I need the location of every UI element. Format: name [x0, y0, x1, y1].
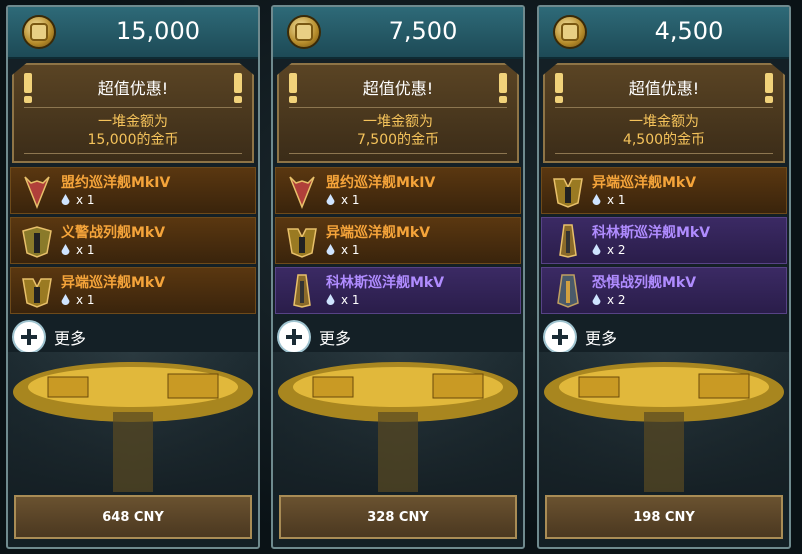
deal-title: 超值优惠!: [97, 79, 169, 98]
deal-banner: 超值优惠! 一堆金额为 15,000的金币: [12, 63, 254, 163]
heretic-cruiser-icon: [22, 278, 52, 308]
deal-description: 一堆金额为 15,000的金币: [87, 114, 179, 148]
deal-description: 一堆金额为 4,500的金币: [622, 114, 706, 148]
deal-description: 一堆金额为 7,500的金币: [356, 114, 440, 148]
corinth-cruiser-icon: [559, 224, 577, 258]
more-button[interactable]: 更多: [545, 320, 617, 354]
coin-amount: 7,500: [388, 17, 458, 45]
drop-icon: [326, 294, 335, 305]
deal-title: 超值优惠!: [362, 79, 434, 98]
price-button[interactable]: 328 CNY: [279, 495, 517, 539]
plus-icon: [279, 322, 309, 352]
list-item[interactable]: 盟约巡洋舰MkIV x 1: [275, 167, 521, 214]
coin-amount: 4,500: [654, 17, 724, 45]
plus-icon: [545, 322, 575, 352]
gold-coin-icon: [553, 15, 587, 49]
item-list: 异端巡洋舰MkV x 1 科林斯巡洋舰MkV x 2 恐惧战列舰MkV x 2: [541, 167, 787, 317]
drop-icon: [592, 194, 601, 205]
heretic-cruiser-icon: [287, 228, 317, 258]
list-item[interactable]: 盟约巡洋舰MkIV x 1: [10, 167, 256, 214]
gold-pile-image: [539, 352, 789, 492]
covenant-cruiser-icon: [289, 176, 315, 209]
item-list: 盟约巡洋舰MkIV x 1 义警战列舰MkV x 1 异端巡洋舰MkV x 1: [10, 167, 256, 317]
drop-icon: [61, 294, 70, 305]
coin-amount: 15,000: [116, 17, 200, 45]
gold-pile-image: [273, 352, 523, 492]
covenant-cruiser-icon: [24, 176, 50, 209]
card-header: 15,000: [8, 7, 258, 59]
price-button[interactable]: 648 CNY: [14, 495, 252, 539]
list-item[interactable]: 科林斯巡洋舰MkV x 1: [275, 267, 521, 314]
gold-coin-icon: [22, 15, 56, 49]
offer-card-4500: 4,500 超值优惠! 一堆金额为 4,500的金币 异端巡洋舰MkV x 1 科…: [537, 5, 791, 549]
more-button[interactable]: 更多: [14, 320, 86, 354]
more-button[interactable]: 更多: [279, 320, 351, 354]
offer-card-7500: 7,500 超值优惠! 一堆金额为 7,500的金币 盟约巡洋舰MkIV x 1 …: [271, 5, 525, 549]
heretic-cruiser-icon: [553, 178, 583, 208]
gold-coin-icon: [287, 15, 321, 49]
price-button[interactable]: 198 CNY: [545, 495, 783, 539]
list-item[interactable]: 异端巡洋舰MkV x 1: [10, 267, 256, 314]
deal-banner: 超值优惠! 一堆金额为 7,500的金币: [277, 63, 519, 163]
list-item[interactable]: 恐惧战列舰MkV x 2: [541, 267, 787, 314]
gold-pile-image: [8, 352, 258, 492]
drop-icon: [592, 244, 601, 255]
corinth-cruiser-icon: [293, 274, 311, 308]
drop-icon: [326, 244, 335, 255]
list-item[interactable]: 异端巡洋舰MkV x 1: [275, 217, 521, 264]
list-item[interactable]: 异端巡洋舰MkV x 1: [541, 167, 787, 214]
card-header: 7,500: [273, 7, 523, 59]
deal-title: 超值优惠!: [628, 79, 700, 98]
offer-card-15000: 15,000 超值优惠! 一堆金额为 15,000的金币 盟约巡洋舰MkIV x …: [6, 5, 260, 549]
card-header: 4,500: [539, 7, 789, 59]
deal-banner: 超值优惠! 一堆金额为 4,500的金币: [543, 63, 785, 163]
drop-icon: [592, 294, 601, 305]
drop-icon: [326, 194, 335, 205]
vigilante-battleship-icon: [22, 226, 52, 258]
drop-icon: [61, 194, 70, 205]
drop-icon: [61, 244, 70, 255]
item-list: 盟约巡洋舰MkIV x 1 异端巡洋舰MkV x 1 科林斯巡洋舰MkV x 1: [275, 167, 521, 317]
list-item[interactable]: 义警战列舰MkV x 1: [10, 217, 256, 264]
dread-battleship-icon: [557, 274, 579, 308]
list-item[interactable]: 科林斯巡洋舰MkV x 2: [541, 217, 787, 264]
plus-icon: [14, 322, 44, 352]
